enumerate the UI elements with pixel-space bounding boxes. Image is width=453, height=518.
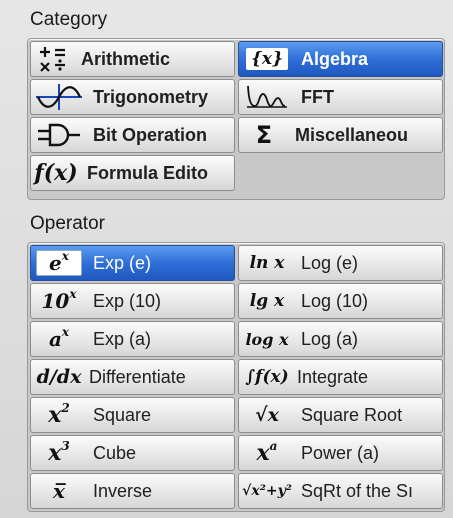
category-label: Arithmetic (81, 48, 171, 69)
operator-label: Square Root (301, 404, 403, 425)
operator-label: Exp (10) (93, 290, 162, 311)
square-root-icon: √x (255, 404, 279, 426)
operator-log-a-button[interactable]: log x Log (a) (238, 321, 443, 357)
lg-x-icon: lg x (249, 291, 285, 311)
category-arithmetic-button[interactable]: Arithmetic (30, 41, 235, 77)
function-fx-icon: f(x) (34, 160, 78, 186)
category-trigonometry-button[interactable]: Trigonometry (30, 79, 235, 115)
operator-label: Differentiate (89, 366, 186, 387)
derivative-icon: d/dx (36, 366, 82, 388)
operator-title: Operator (30, 213, 105, 234)
operator-exp-10-button[interactable]: 10 x Exp (10) (30, 283, 235, 319)
operator-log-10-button[interactable]: lg x Log (10) (238, 283, 443, 319)
operator-inverse-button[interactable]: x̅ Inverse (30, 473, 235, 509)
operator-sqrt-sum-squares-button[interactable]: √x²+y² SqRt of the Sı (238, 473, 443, 509)
log-x-icon: log x (245, 329, 289, 349)
operator-group: ex Exp (e) ln x Log (e) 10 x Exp (10) lg … (27, 242, 445, 512)
operator-exp-e-button[interactable]: ex Exp (e) (30, 245, 235, 281)
category-group: Arithmetic {x} Algebra Trigonometry FFT … (27, 38, 445, 200)
curly-x-icon: {x} (239, 48, 295, 70)
operator-label: Power (a) (301, 442, 380, 463)
ln-x-icon: ln x (249, 253, 285, 273)
operator-label: Log (e) (301, 252, 359, 273)
sqrt-x2-y2-icon: √x²+y² (242, 483, 292, 499)
operator-label: Log (a) (301, 328, 359, 349)
category-label: Formula Edito (87, 162, 208, 183)
category-label: FFT (301, 86, 334, 107)
category-label: Bit Operation (93, 124, 208, 145)
exp-e-icon: ex (31, 249, 87, 276)
operator-label: Integrate (297, 366, 369, 387)
category-label: Miscellaneou (295, 124, 409, 145)
category-miscellaneous-button[interactable]: Σ Miscellaneou (238, 117, 443, 153)
math-function-panel: Category Arithmetic {x} Algebra Trigonom… (0, 0, 453, 518)
operator-label: Square (93, 404, 152, 425)
operator-label: Exp (e) (93, 252, 152, 273)
x-cubed-icon: x3 (48, 439, 70, 466)
operator-power-a-button[interactable]: xa Power (a) (238, 435, 443, 471)
exp-10-icon: 10 x (41, 287, 77, 313)
operator-label: Cube (93, 442, 137, 463)
operator-label: SqRt of the Sı (301, 480, 414, 501)
category-title: Category (30, 9, 108, 30)
sine-wave-icon (31, 84, 87, 110)
plus-minus-times-divide-icon (31, 46, 75, 72)
category-algebra-button[interactable]: {x} Algebra (238, 41, 443, 77)
operator-integrate-button[interactable]: ∫f(x) Integrate (238, 359, 443, 395)
x-power-a-icon: xa (256, 439, 278, 466)
operator-log-e-button[interactable]: ln x Log (e) (238, 245, 443, 281)
exp-a-icon: ax (48, 325, 70, 351)
category-bit-operation-button[interactable]: Bit Operation (30, 117, 235, 153)
operator-label: Exp (a) (93, 328, 152, 349)
x-squared-icon: x2 (48, 401, 70, 428)
operator-label: Inverse (93, 480, 153, 501)
sigma-icon: Σ (255, 121, 273, 149)
integral-icon: ∫f(x) (245, 367, 289, 387)
category-fft-button[interactable]: FFT (238, 79, 443, 115)
fft-spectrum-icon (239, 84, 295, 110)
category-label: Trigonometry (93, 86, 209, 107)
category-label: Algebra (301, 48, 369, 69)
operator-square-root-button[interactable]: √x Square Root (238, 397, 443, 433)
x-bar-icon: x̅ (53, 479, 65, 503)
category-formula-editor-button[interactable]: f(x) Formula Edito (30, 155, 235, 191)
operator-label: Log (10) (301, 290, 369, 311)
operator-square-button[interactable]: x2 Square (30, 397, 235, 433)
operator-exp-a-button[interactable]: ax Exp (a) (30, 321, 235, 357)
operator-differentiate-button[interactable]: d/dx Differentiate (30, 359, 235, 395)
operator-cube-button[interactable]: x3 Cube (30, 435, 235, 471)
logic-gate-icon (31, 122, 87, 148)
